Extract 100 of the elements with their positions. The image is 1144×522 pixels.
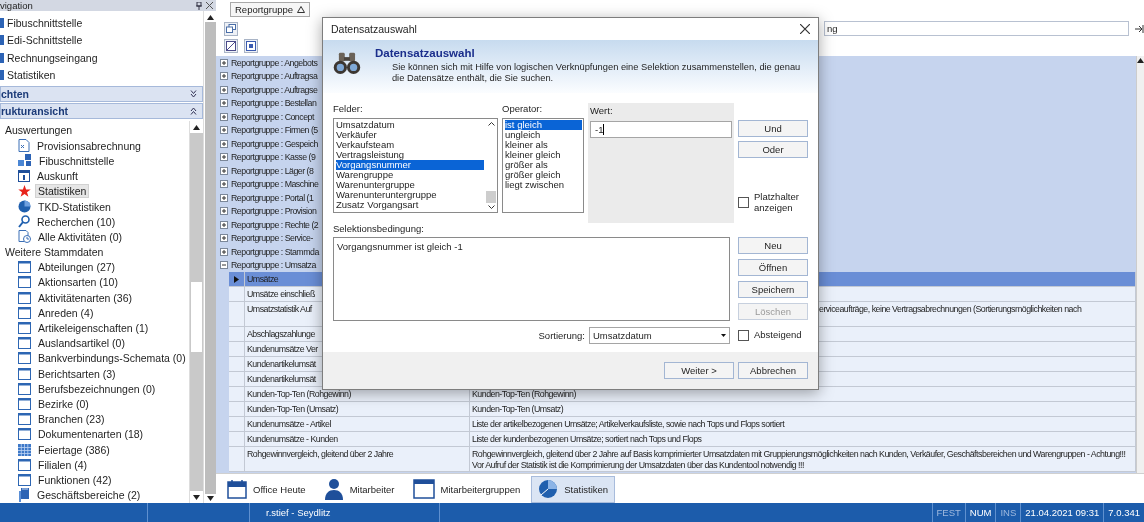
tree-item[interactable]: Auskunft	[34, 169, 81, 184]
list-item[interactable]: größer gleich	[505, 170, 582, 180]
group-row-label[interactable]: Reportgruppe : Auftragsa	[231, 71, 318, 82]
list-item[interactable]: ungleich	[505, 130, 582, 140]
sort-dropdown[interactable]: Umsatzdatum	[589, 326, 730, 344]
edit-icon[interactable]	[224, 38, 238, 53]
list-item[interactable]: Vertragsleistung	[336, 150, 484, 160]
tab[interactable]: Office Heute	[220, 475, 313, 503]
tree-item[interactable]: Alle Aktivitäten (0)	[35, 229, 126, 244]
expand-icon[interactable]	[220, 85, 228, 94]
expand-icon[interactable]	[220, 193, 228, 202]
checkbox[interactable]	[738, 329, 749, 341]
expand-icon[interactable]	[220, 153, 228, 162]
expand-icon[interactable]	[220, 112, 228, 121]
tree-item[interactable]: Auslandsartikel (0)	[35, 336, 128, 351]
list-item[interactable]: Warengruppe	[336, 170, 484, 180]
collapse-chevrons-icon[interactable]	[190, 107, 197, 115]
tree-item[interactable]: Aktionsarten (10)	[35, 275, 121, 290]
tree-item[interactable]: Bezirke (0)	[35, 396, 92, 411]
list-item[interactable]: kleiner als	[505, 140, 582, 150]
pin-icon[interactable]	[196, 1, 202, 10]
nav-item[interactable]: Fibuschnittstelle	[7, 16, 83, 29]
group-row-label[interactable]: Reportgruppe : Auftragse	[231, 84, 318, 95]
tree-item[interactable]: Funktionen (42)	[35, 472, 115, 487]
group-row-label[interactable]: Reportgruppe : Umsatza	[231, 260, 316, 271]
table-row[interactable]	[229, 447, 1136, 472]
list-item[interactable]: Umsatzdatum	[336, 120, 484, 130]
expand-icon[interactable]	[220, 139, 228, 148]
expand-icon[interactable]	[220, 166, 228, 175]
tree-item[interactable]: Berufsbezeichnungen (0)	[35, 381, 159, 396]
tree-item[interactable]: Artikeleigenschaften (1)	[35, 321, 152, 336]
tree-node[interactable]: Weitere Stammdaten	[5, 244, 189, 260]
checkbox[interactable]	[738, 197, 749, 208]
action-button[interactable]: Öffnen	[738, 259, 808, 276]
section-header[interactable]: chten	[0, 86, 203, 102]
group-row-label[interactable]: Reportgruppe : Stammda	[231, 246, 319, 257]
logic-button[interactable]: Oder	[738, 141, 808, 158]
scroll-thumb[interactable]	[189, 281, 203, 353]
tree-item[interactable]: Branchen (23)	[35, 412, 108, 427]
tab[interactable]: Statistiken	[531, 475, 616, 503]
tree-node[interactable]: Auswertungen	[5, 123, 189, 139]
list-item[interactable]: Vorgangsnummer	[336, 160, 484, 170]
operator-list[interactable]: ist gleich ungleich kleiner als kleiner gleich größer als größer gleich liegt zwischen	[502, 118, 584, 213]
table-row[interactable]: Kundenumsätze - Kunden Liste der kundenbezogenen Umsätze; sortiert nach Tops und Flops	[229, 432, 1136, 447]
list-item[interactable]: liegt zwischen	[505, 180, 582, 190]
group-row-label[interactable]: Reportgruppe : Concept	[231, 111, 314, 122]
scrollbar[interactable]	[1136, 56, 1144, 473]
list-item[interactable]: ist gleich	[505, 120, 582, 130]
tree-item[interactable]: Aktivitätenarten (36)	[35, 290, 135, 305]
fields-list[interactable]: Umsatzdatum Verkäufer Verkaufsteam Vertragsleistung Vorgangsnummer Warengruppe Warenuntergruppe Warenunteruntergruppe Zusatz Vorgangsart	[333, 118, 498, 213]
scrollbar[interactable]	[188, 121, 203, 503]
value-field[interactable]: -1	[590, 121, 732, 138]
group-row-label[interactable]: Reportgruppe : Bestellan	[231, 98, 317, 109]
tab[interactable]: Mitarbeitergruppen	[405, 475, 528, 503]
tree-item[interactable]: Abteilungen (27)	[35, 260, 119, 275]
tree-item[interactable]: Recherchen (10)	[34, 214, 119, 229]
collapse-icon[interactable]	[220, 261, 228, 270]
group-row-label[interactable]: Reportgruppe : Firmen (5	[231, 125, 318, 136]
tab[interactable]: Mitarbeiter	[316, 475, 402, 503]
expand-icon[interactable]	[220, 72, 228, 81]
close-icon[interactable]	[206, 2, 213, 9]
tree-item[interactable]: Feiertage (386)	[35, 442, 113, 457]
nav-item[interactable]: Statistiken	[7, 69, 56, 82]
scroll-up-icon[interactable]	[192, 124, 200, 130]
expand-icon[interactable]	[220, 58, 228, 67]
stop-icon[interactable]	[244, 38, 258, 53]
scroll-up-icon[interactable]	[206, 15, 214, 20]
list-item[interactable]: Verkaufsteam	[336, 140, 484, 150]
dropdown-arrow-icon[interactable]	[721, 333, 726, 337]
expand-icon[interactable]	[220, 180, 228, 189]
scroll-up-icon[interactable]	[487, 121, 495, 126]
expand-icon[interactable]	[220, 126, 228, 135]
group-row-label[interactable]: Reportgruppe : Rechte (2	[231, 219, 319, 230]
expand-chevrons-icon[interactable]	[190, 90, 197, 98]
expand-icon[interactable]	[220, 220, 228, 229]
group-by-button[interactable]: Reportgruppe	[230, 2, 311, 17]
list-item[interactable]: Zusatz Vorgangsart	[336, 200, 484, 210]
tree-item[interactable]: Berichtsarten (3)	[35, 366, 119, 381]
scroll-up-icon[interactable]	[1137, 58, 1144, 63]
tree-item[interactable]: Anreden (4)	[35, 305, 97, 320]
group-row-label[interactable]: Reportgruppe : Kasse (9	[231, 152, 316, 163]
tree-item[interactable]: Provisionsabrechnung	[34, 138, 144, 153]
scroll-thumb[interactable]	[486, 191, 496, 203]
list-item[interactable]: kleiner gleich	[505, 150, 582, 160]
table-row[interactable]: Kunden-Top-Ten (Umsatz) Kunden-Top-Ten (Umsatz)	[229, 402, 1136, 417]
tree-item[interactable]: Geschäftsbereiche (2)	[34, 488, 144, 503]
group-row-label[interactable]: Reportgruppe : Angebots	[231, 57, 318, 68]
scroll-down-icon[interactable]	[487, 205, 495, 210]
tree-item[interactable]: Dokumentenarten (18)	[35, 427, 147, 442]
list-item[interactable]: Warenunteruntergruppe	[336, 190, 484, 200]
logic-button[interactable]: Und	[738, 120, 808, 137]
footer-button[interactable]: Abbrechen	[738, 362, 808, 379]
list-item[interactable]: Verkäufer	[336, 130, 484, 140]
close-icon[interactable]	[800, 24, 810, 34]
tree-item[interactable]: Fibuschnittstelle	[36, 153, 118, 168]
list-item[interactable]: größer als	[505, 160, 582, 170]
group-row-label[interactable]: Reportgruppe : Service-	[231, 233, 313, 244]
group-row-label[interactable]: Reportgruppe : Gespeich	[231, 138, 318, 149]
pin-icon[interactable]	[1135, 24, 1144, 33]
group-row-label[interactable]: Reportgruppe : Maschine	[231, 179, 319, 190]
